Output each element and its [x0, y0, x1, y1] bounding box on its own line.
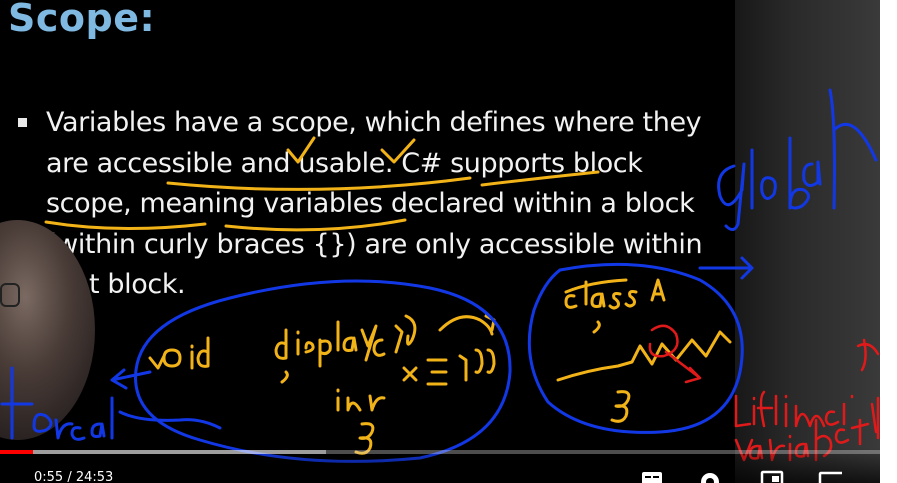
bullet-square-icon — [18, 118, 27, 127]
ink-open-brace — [280, 370, 289, 384]
slide-edge-panel — [735, 0, 880, 483]
ink-circle-method-scope — [134, 279, 512, 463]
ink-int — [336, 388, 386, 412]
theater-mode-icon[interactable] — [818, 470, 842, 483]
ink-int-x-assignment — [402, 348, 496, 386]
ink-red-arrow — [664, 350, 702, 384]
ink-class-body-text — [556, 330, 732, 382]
ink-void — [148, 336, 210, 370]
video-player[interactable]: Scope: Variables have a scope, which def… — [0, 0, 897, 483]
ink-red-circle-variable — [648, 324, 679, 358]
time-display: 0:55 / 24:53 — [34, 470, 114, 483]
slide-title: Scope: — [8, 0, 156, 40]
presenter-glasses — [0, 283, 20, 307]
buffered-fill — [0, 450, 326, 454]
ink-open-brace-class — [592, 320, 601, 334]
ink-display — [274, 314, 417, 368]
subtitles-icon[interactable] — [640, 470, 664, 483]
settings-gear-icon[interactable] — [698, 470, 722, 483]
progress-bar[interactable] — [0, 450, 880, 454]
miniplayer-icon[interactable] — [760, 470, 784, 483]
played-fill — [0, 450, 33, 454]
ink-arrow-to-local — [110, 368, 152, 390]
ink-arrow-display — [438, 314, 496, 336]
slide-bullet-text: Variables have a scope, which defines wh… — [46, 107, 703, 300]
ink-close-brace-class — [610, 390, 631, 423]
video-frame[interactable]: Scope: Variables have a scope, which def… — [0, 0, 880, 483]
